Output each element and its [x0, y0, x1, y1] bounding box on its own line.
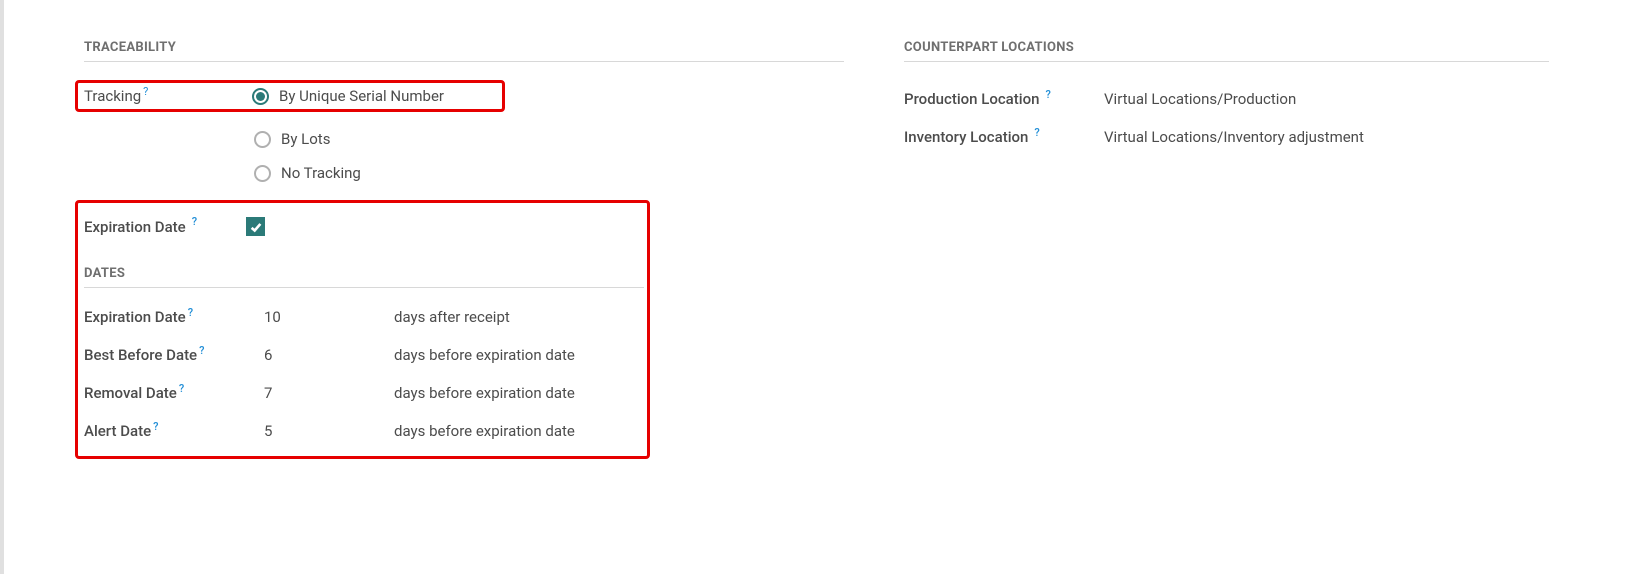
expiration-row-suffix: days after receipt: [394, 308, 641, 326]
expiration-date-label: Expiration Date: [84, 218, 186, 236]
expiration-row-value[interactable]: 10: [264, 308, 394, 326]
tracking-label: Tracking: [84, 87, 141, 105]
production-location-label: Production Location: [904, 90, 1039, 108]
help-icon[interactable]: ?: [1034, 126, 1039, 139]
radio-label-none: No Tracking: [281, 164, 361, 182]
tracking-highlight: Tracking ? By Unique Serial Number: [75, 80, 505, 112]
dates-highlight: Expiration Date ? Dates Expiration Date …: [75, 200, 650, 459]
dates-row-best-before: Best Before Date ? 6 days before expirat…: [84, 336, 641, 374]
best-before-row-value[interactable]: 6: [264, 346, 394, 364]
help-icon[interactable]: ?: [199, 344, 204, 357]
counterpart-header: Counterpart Locations: [904, 40, 1549, 62]
expiration-date-checkbox[interactable]: [246, 217, 265, 236]
tracking-radio-none[interactable]: No Tracking: [254, 156, 844, 190]
help-icon[interactable]: ?: [153, 420, 158, 433]
best-before-row-label: Best Before Date: [84, 346, 197, 364]
expiration-row-label: Expiration Date: [84, 308, 186, 326]
alert-row-value[interactable]: 5: [264, 422, 394, 440]
help-icon[interactable]: ?: [179, 382, 184, 395]
production-location-row: Production Location ? Virtual Locations/…: [904, 80, 1549, 118]
alert-row-suffix: days before expiration date: [394, 422, 641, 440]
help-icon[interactable]: ?: [192, 215, 197, 228]
removal-row-suffix: days before expiration date: [394, 384, 641, 402]
dates-header: Dates: [84, 266, 644, 288]
removal-row-value[interactable]: 7: [264, 384, 394, 402]
removal-row-label: Removal Date: [84, 384, 177, 402]
dates-row-expiration: Expiration Date ? 10 days after receipt: [84, 298, 641, 336]
inventory-location-value[interactable]: Virtual Locations/Inventory adjustment: [1104, 128, 1549, 146]
inventory-location-row: Inventory Location ? Virtual Locations/I…: [904, 118, 1549, 156]
tracking-radio-serial[interactable]: By Unique Serial Number: [252, 87, 444, 105]
radio-label-lots: By Lots: [281, 130, 330, 148]
dates-row-removal: Removal Date ? 7 days before expiration …: [84, 374, 641, 412]
help-icon[interactable]: ?: [1045, 88, 1050, 101]
help-icon[interactable]: ?: [143, 85, 148, 98]
help-icon[interactable]: ?: [188, 306, 193, 319]
dates-row-alert: Alert Date ? 5 days before expiration da…: [84, 412, 641, 450]
radio-icon: [252, 88, 269, 105]
tracking-radio-lots[interactable]: By Lots: [254, 122, 844, 156]
production-location-value[interactable]: Virtual Locations/Production: [1104, 90, 1549, 108]
radio-icon: [254, 165, 271, 182]
radio-icon: [254, 131, 271, 148]
alert-row-label: Alert Date: [84, 422, 151, 440]
best-before-row-suffix: days before expiration date: [394, 346, 641, 364]
traceability-header: Traceability: [84, 40, 844, 62]
checkmark-icon: [249, 220, 263, 234]
radio-label-serial: By Unique Serial Number: [279, 87, 444, 105]
inventory-location-label: Inventory Location: [904, 128, 1028, 146]
